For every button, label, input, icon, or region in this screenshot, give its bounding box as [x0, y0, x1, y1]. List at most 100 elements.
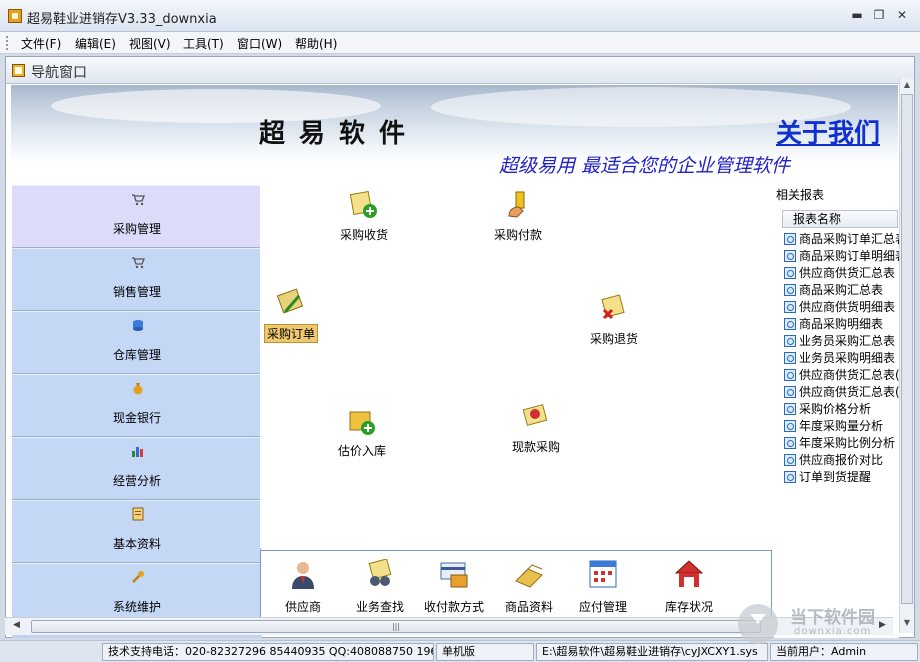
tool-product-data[interactable]: 商品资料	[505, 559, 553, 615]
horizontal-scroll-thumb[interactable]: |||	[31, 620, 761, 633]
flow-estimate-inbound[interactable]: 估价入库	[338, 406, 386, 459]
report-icon	[784, 437, 796, 449]
database-path: E:\超易软件\超易鞋业进销存\cyJXCXY1.sys	[536, 643, 768, 661]
tool-supplier[interactable]: 供应商	[285, 559, 321, 615]
report-label: 年度采购量分析	[799, 419, 884, 433]
flow-label: 采购退货	[590, 332, 639, 346]
scroll-up-icon[interactable]: ▲	[902, 80, 912, 89]
bar-chart-icon	[132, 447, 143, 457]
flow-label: 采购收货	[340, 228, 389, 242]
report-item[interactable]: 供应商供货汇总表(	[784, 384, 899, 401]
report-item[interactable]: 供应商报价对比	[784, 452, 899, 469]
support-phone: 技术支持电话：020-82327296 85440935 QQ:40808875…	[102, 643, 434, 661]
order-note-icon	[276, 288, 304, 314]
purchase-flow-panel: 采购收货 采购付款 采购订单 采购退货 估价入库 现款采购	[260, 184, 772, 548]
slogan: 超级易用 最适合您的企业管理软件	[499, 155, 791, 177]
report-icon	[784, 386, 796, 398]
restore-button[interactable]: ❐	[870, 8, 888, 22]
about-us-link[interactable]: 关于我们	[776, 113, 880, 150]
report-label: 供应商供货汇总表(	[799, 385, 899, 399]
tool-search[interactable]: 业务查找	[356, 558, 404, 615]
watermark-logo: 当下软件园 downxia.com	[738, 600, 898, 644]
report-label: 商品采购订单汇总表	[799, 232, 899, 246]
minimize-button[interactable]: ▬	[848, 8, 866, 22]
report-icon	[784, 284, 796, 296]
flow-label: 采购订单	[264, 324, 319, 343]
report-item[interactable]: 业务员采购汇总表	[784, 333, 899, 350]
app-icon	[8, 9, 22, 23]
menu-file[interactable]: 文件(F)	[21, 35, 61, 52]
sidebar-item-sales[interactable]: 销售管理	[12, 248, 262, 311]
report-label: 商品采购汇总表	[799, 283, 884, 297]
report-item[interactable]: 业务员采购明细表	[784, 350, 899, 367]
tool-payment-method[interactable]: 收付款方式	[424, 559, 484, 615]
brand-title: 超易软件	[259, 119, 420, 149]
report-item[interactable]: 供应商供货明细表	[784, 299, 899, 316]
inbound-add-icon	[349, 411, 375, 435]
tool-label: 应付管理	[579, 600, 628, 614]
report-label: 订单到货提醒	[799, 470, 872, 484]
payment-icon	[508, 191, 525, 218]
report-label: 业务员采购汇总表	[799, 334, 896, 348]
sidebar-item-warehouse[interactable]: 仓库管理	[12, 311, 262, 374]
document-icon	[132, 507, 144, 521]
cart-icon	[132, 257, 145, 269]
sidebar-item-cash-bank[interactable]: 现金银行	[12, 374, 262, 437]
tool-label: 收付款方式	[424, 600, 485, 614]
report-item[interactable]: 商品采购订单汇总表	[784, 231, 899, 248]
sidebar-item-purchase[interactable]: 采购管理	[12, 185, 262, 248]
report-label: 业务员采购明细表	[799, 351, 896, 365]
report-item[interactable]: 采购价格分析	[784, 401, 899, 418]
report-item[interactable]: 供应商供货汇总表(	[784, 367, 899, 384]
menu-bar: 文件(F) 编辑(E) 视图(V) 工具(T) 窗口(W) 帮助(H)	[0, 32, 920, 54]
report-label: 供应商供货汇总表(	[799, 368, 899, 382]
vertical-scroll-thumb[interactable]	[901, 94, 913, 604]
menu-window[interactable]: 窗口(W)	[237, 35, 282, 52]
flow-purchase-return[interactable]: 采购退货	[590, 294, 638, 347]
sidebar-item-basic-data[interactable]: 基本资料	[12, 500, 262, 563]
report-item[interactable]: 订单到货提醒	[784, 469, 899, 486]
flow-cash-purchase[interactable]: 现款采购	[512, 402, 560, 455]
report-item[interactable]: 年度采购量分析	[784, 418, 899, 435]
menu-view[interactable]: 视图(V)	[129, 35, 171, 52]
report-label: 商品采购订单明细表	[799, 249, 899, 263]
storage-icon	[133, 320, 143, 331]
menu-tools[interactable]: 工具(T)	[183, 35, 224, 52]
report-icon	[784, 403, 796, 415]
report-label: 采购价格分析	[799, 402, 872, 416]
report-label: 商品采购明细表	[799, 317, 884, 331]
flow-purchase-receive[interactable]: 采购收货	[340, 190, 388, 243]
reports-column-header[interactable]: 报表名称	[782, 210, 898, 228]
sidebar-item-label: 现金银行	[112, 411, 161, 425]
cart-icon	[132, 194, 145, 206]
report-label: 供应商供货明细表	[799, 300, 896, 314]
receive-add-icon	[349, 191, 377, 218]
payment-card-icon	[440, 562, 468, 588]
report-item[interactable]: 商品采购明细表	[784, 316, 899, 333]
tool-payables[interactable]: 应付管理	[579, 559, 627, 615]
menu-help[interactable]: 帮助(H)	[295, 35, 337, 52]
tool-label: 商品资料	[505, 600, 554, 614]
close-button[interactable]: ✕	[893, 8, 911, 22]
report-item[interactable]: 商品采购汇总表	[784, 282, 899, 299]
scroll-down-icon[interactable]: ▼	[902, 618, 912, 627]
report-item[interactable]: 年度采购比例分析	[784, 435, 899, 452]
cash-purchase-icon	[522, 404, 548, 426]
return-icon	[601, 294, 625, 320]
report-item[interactable]: 商品采购订单明细表	[784, 248, 899, 265]
flow-purchase-order[interactable]: 采购订单	[264, 288, 319, 343]
reports-list: 商品采购订单汇总表 商品采购订单明细表供应商供货汇总表 商品采购汇总表 供应商供货明细…	[784, 231, 899, 486]
sidebar-item-label: 仓库管理	[112, 348, 161, 362]
flow-purchase-pay[interactable]: 采购付款	[494, 190, 542, 243]
report-label: 供应商报价对比	[799, 453, 884, 467]
banner: 超易软件 关于我们 超级易用 最适合您的企业管理软件	[11, 85, 898, 183]
sidebar-item-analysis[interactable]: 经营分析	[12, 437, 262, 500]
report-item[interactable]: 供应商供货汇总表	[784, 265, 899, 282]
sidebar-item-label: 销售管理	[112, 285, 161, 299]
menu-edit[interactable]: 编辑(E)	[75, 35, 116, 52]
scroll-left-icon[interactable]: ◀	[13, 620, 20, 630]
vertical-scrollbar[interactable]: ▲ ▼	[899, 78, 914, 633]
navigation-window-titlebar: 导航窗口	[6, 57, 914, 84]
related-reports-panel: 相关报表 报表名称 商品采购订单汇总表 商品采购订单明细表 供应商供货汇总表 商品采购…	[774, 185, 899, 638]
tool-inventory-status[interactable]: 库存状况	[665, 559, 713, 615]
